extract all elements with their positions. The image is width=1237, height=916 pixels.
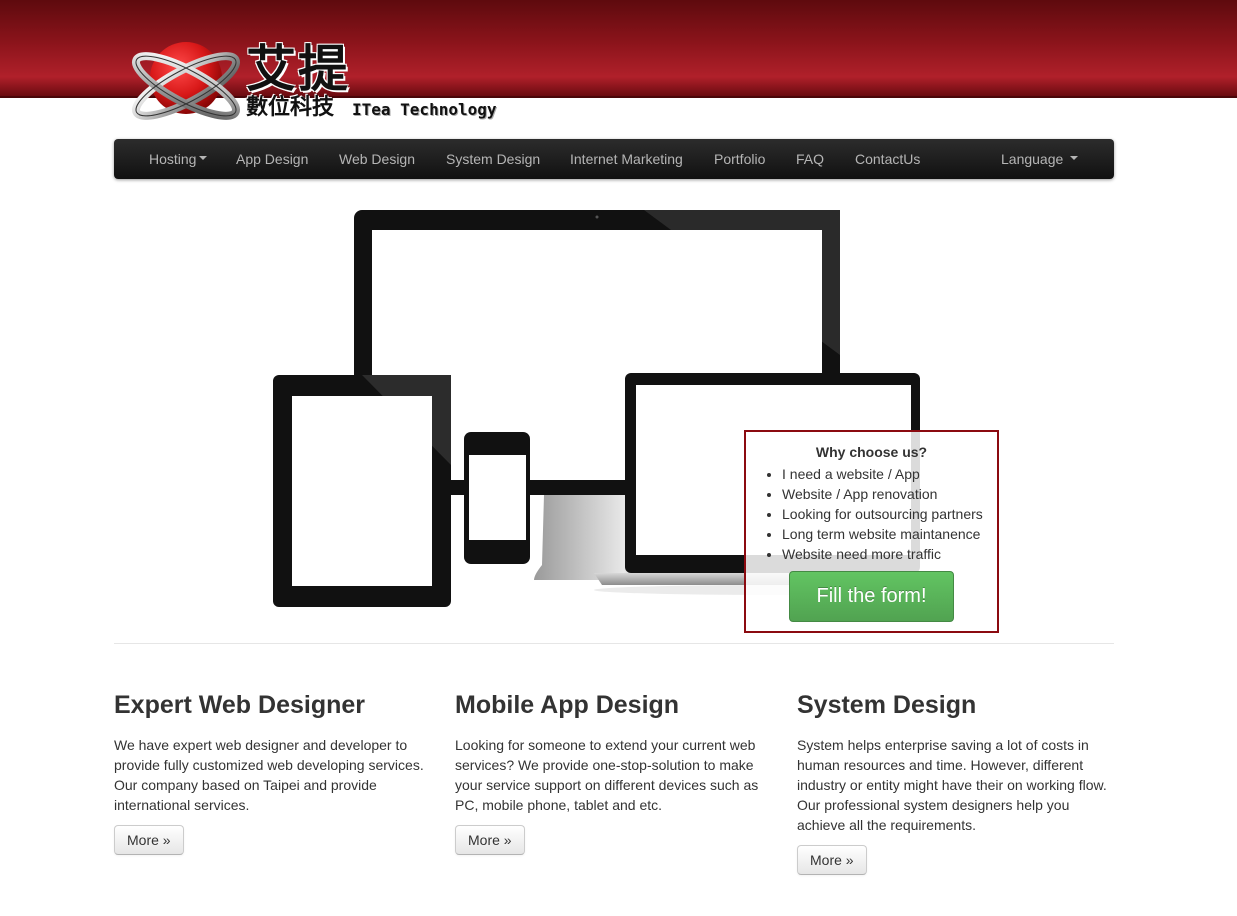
nav-item-label: Language [1001, 151, 1064, 167]
site-logo[interactable]: 艾提 數位科技 ITea Technology [126, 30, 506, 130]
fill-form-button[interactable]: Fill the form! [789, 571, 954, 622]
nav-item-system-design[interactable]: System Design [446, 139, 540, 179]
feature-mobile-app: Mobile App Design Looking for someone to… [455, 688, 771, 815]
nav-item-contactus[interactable]: ContactUs [855, 139, 920, 179]
why-choose-us-box: Why choose us? I need a website / App We… [744, 430, 999, 633]
list-item: Looking for outsourcing partners [782, 504, 997, 524]
list-item: I need a website / App [782, 464, 997, 484]
nav-item-label: FAQ [796, 151, 825, 167]
nav-item-label: Web Design [339, 151, 416, 167]
nav-item-portfolio[interactable]: Portfolio [714, 139, 765, 179]
why-choose-us-title: Why choose us? [815, 444, 928, 460]
section-divider [114, 643, 1114, 644]
feature-description: We have expert web designer and develope… [114, 737, 424, 813]
feature-title: Expert Web Designer [114, 691, 366, 719]
feature-title: System Design [797, 691, 977, 719]
feature-description: System helps enterprise saving a lot of … [797, 737, 1107, 833]
caret-down-icon [199, 156, 208, 161]
nav-item-internet-marketing[interactable]: Internet Marketing [570, 139, 683, 179]
nav-item-faq[interactable]: FAQ [796, 139, 824, 179]
nav-item-language[interactable]: Language [1001, 139, 1079, 179]
nav-item-hosting[interactable]: Hosting [149, 139, 208, 179]
logo-emblem-icon [131, 42, 241, 120]
main-navbar: Hosting App Design Web Design System Des… [114, 139, 1114, 179]
nav-item-web-design[interactable]: Web Design [339, 139, 415, 179]
nav-item-label: Internet Marketing [570, 151, 683, 167]
feature-web-designer: Expert Web Designer We have expert web d… [114, 688, 430, 815]
nav-item-label: Portfolio [714, 151, 766, 167]
nav-item-label: ContactUs [855, 151, 921, 167]
list-item: Website need more traffic [782, 544, 997, 564]
caret-down-icon [1070, 156, 1079, 161]
list-item: Website / App renovation [782, 484, 997, 504]
more-button-mobile-app[interactable]: More » [455, 825, 525, 855]
nav-item-label: Hosting [149, 151, 197, 167]
more-button-web-designer[interactable]: More » [114, 825, 184, 855]
list-item: Long term website maintanence [782, 524, 997, 544]
nav-item-label: App Design [236, 151, 309, 167]
logo-chinese-subtitle: 數位科技 [246, 95, 335, 120]
more-button-system-design[interactable]: More » [797, 845, 867, 875]
logo-english-name: ITea Technology [352, 100, 497, 119]
feature-title: Mobile App Design [455, 691, 680, 719]
logo-chinese-name: 艾提 [246, 40, 350, 98]
nav-item-app-design[interactable]: App Design [236, 139, 308, 179]
feature-system-design: System Design System helps enterprise sa… [797, 688, 1113, 835]
nav-item-label: System Design [446, 151, 541, 167]
why-choose-us-list: I need a website / App Website / App ren… [782, 464, 997, 564]
feature-description: Looking for someone to extend your curre… [455, 737, 759, 813]
